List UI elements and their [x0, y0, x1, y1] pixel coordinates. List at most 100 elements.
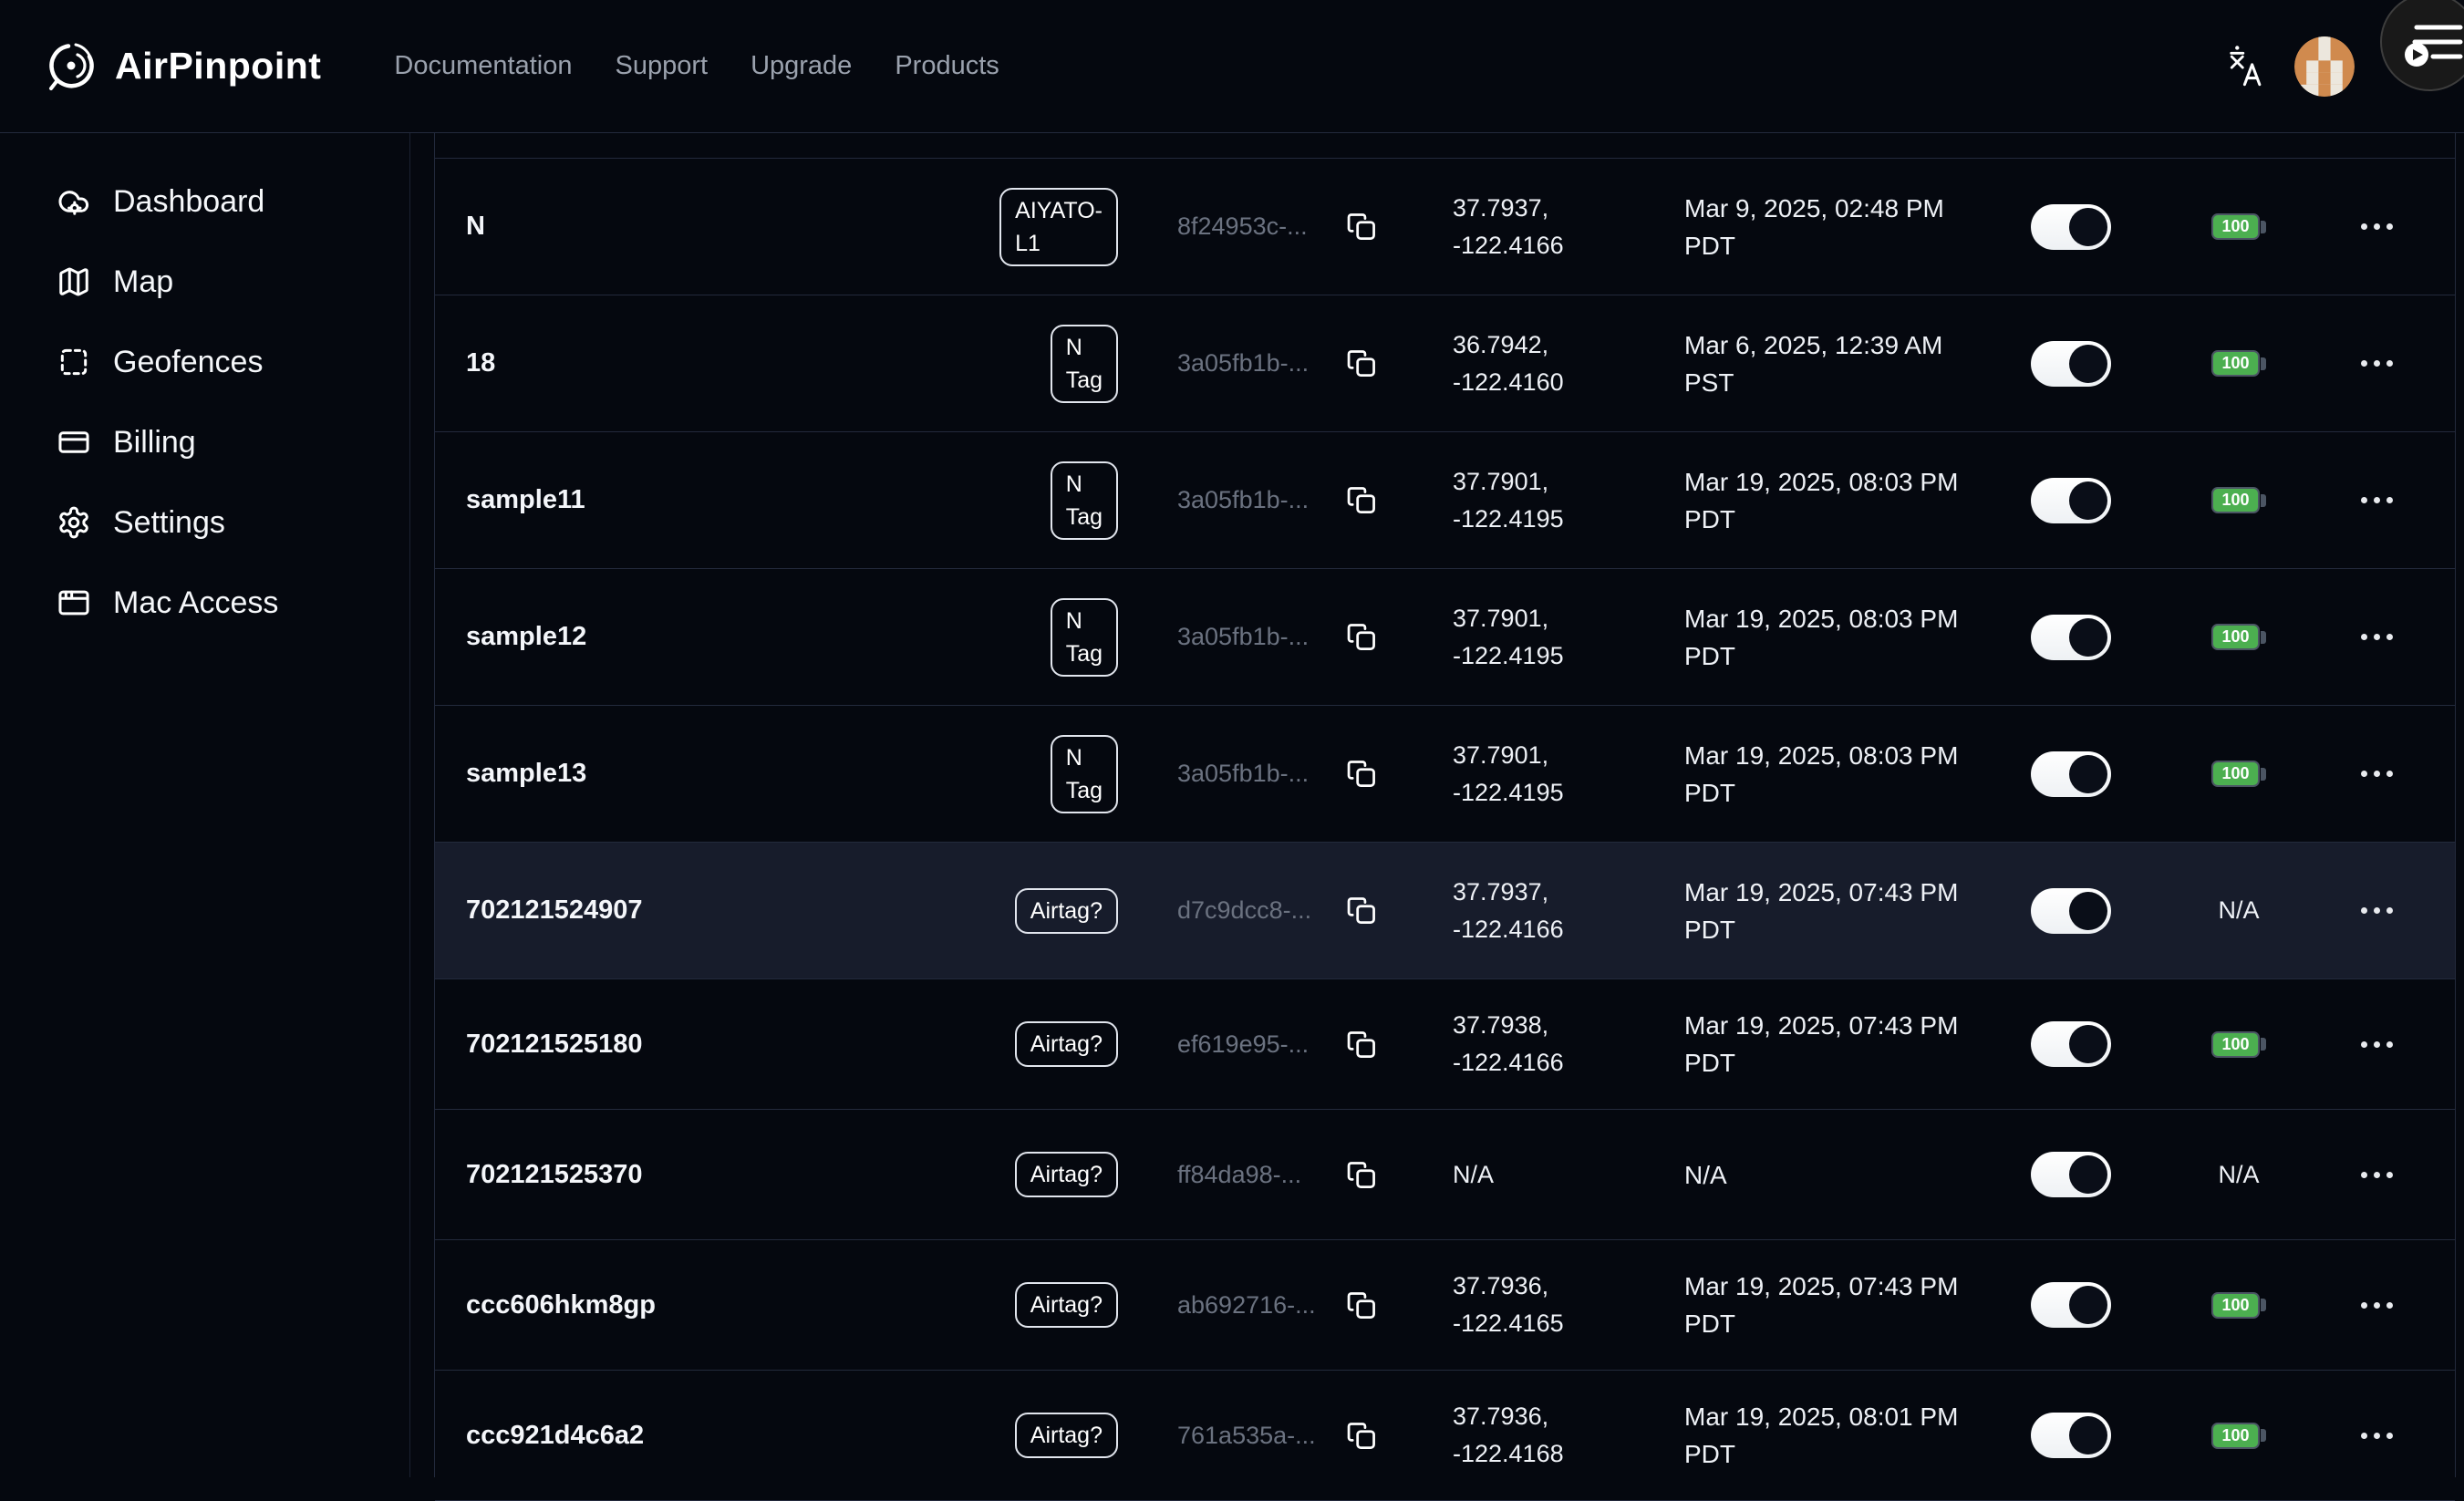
row-menu-button[interactable] [2352, 898, 2402, 923]
row-menu-button[interactable] [2352, 761, 2402, 786]
avatar-identicon [2294, 36, 2355, 97]
menu-dot [2374, 1172, 2380, 1178]
device-tag-badge: N Tag [1051, 598, 1118, 677]
toggle-knob [2069, 208, 2107, 246]
device-coordinates: 37.7901, -122.4195 [1396, 600, 1651, 675]
sidebar-item-dashboard[interactable]: Dashboard [0, 161, 409, 242]
device-last-seen: Mar 19, 2025, 08:03 PM PDT [1651, 737, 1989, 812]
nav-link-products[interactable]: Products [895, 51, 999, 81]
overlay-menu-button[interactable] [2380, 0, 2464, 91]
row-menu-button[interactable] [2352, 1032, 2402, 1057]
battery-nub [2261, 631, 2266, 644]
device-id: 3a05fb1b-... [1132, 760, 1328, 788]
device-enabled-toggle[interactable] [2031, 341, 2111, 387]
table-row[interactable]: sample11 N Tag 3a05fb1b-... 37.7901, -12… [435, 432, 2455, 569]
device-name: sample12 [435, 622, 968, 652]
table-row[interactable]: 18 N Tag 3a05fb1b-... 36.7942, -122.4160… [435, 295, 2455, 432]
battery-badge: 100 [2211, 1423, 2265, 1449]
table-row[interactable]: 702121525180 Airtag? ef619e95-... 37.793… [435, 979, 2455, 1110]
nav-link-upgrade[interactable]: Upgrade [751, 51, 852, 81]
row-menu-button[interactable] [2352, 1423, 2402, 1448]
device-tag-badge: Airtag? [1015, 888, 1118, 934]
sidebar-item-billing[interactable]: Billing [0, 402, 409, 482]
menu-dot [2361, 223, 2367, 230]
copy-id-button[interactable] [1347, 348, 1377, 378]
battery-badge: 100 [2211, 350, 2265, 377]
copy-icon [1347, 485, 1377, 515]
menu-dot [2374, 1433, 2380, 1439]
nav-link-support[interactable]: Support [615, 51, 708, 81]
row-menu-button[interactable] [2352, 214, 2402, 239]
device-enabled-toggle[interactable] [2031, 1413, 2111, 1458]
copy-icon [1347, 1290, 1377, 1320]
device-enabled-toggle[interactable] [2031, 1152, 2111, 1197]
row-menu-button[interactable] [2352, 351, 2402, 376]
copy-id-button[interactable] [1347, 759, 1377, 789]
device-tag-badge: Airtag? [1015, 1282, 1118, 1328]
map-icon [57, 264, 91, 299]
device-tag-badge: N Tag [1051, 325, 1118, 403]
copy-id-button[interactable] [1347, 1421, 1377, 1451]
device-enabled-toggle[interactable] [2031, 1021, 2111, 1067]
device-name: 18 [435, 348, 968, 378]
copy-id-button[interactable] [1347, 212, 1377, 242]
table-row[interactable]: 702121524907 Airtag? d7c9dcc8-... 37.793… [435, 843, 2455, 979]
brand-name: AirPinpoint [115, 45, 321, 88]
translate-icon[interactable] [2223, 45, 2267, 88]
device-table: N AIYATO- L1 8f24953c-... 37.7937, -122.… [434, 133, 2456, 1477]
copy-id-button[interactable] [1347, 485, 1377, 515]
table-row[interactable]: ccc921d4c6a2 Airtag? 761a535a-... 37.793… [435, 1371, 2455, 1501]
row-menu-button[interactable] [2352, 1163, 2402, 1187]
device-coordinates: 37.7901, -122.4195 [1396, 463, 1651, 538]
table-row[interactable]: ccc606hkm8gp Airtag? ab692716-... 37.793… [435, 1240, 2455, 1371]
device-last-seen: Mar 19, 2025, 07:43 PM PDT [1651, 1007, 1989, 1082]
table-row[interactable]: 702121525370 Airtag? ff84da98-... N/A N/… [435, 1110, 2455, 1240]
device-enabled-toggle[interactable] [2031, 478, 2111, 523]
row-menu-button[interactable] [2352, 1293, 2402, 1318]
device-enabled-toggle[interactable] [2031, 1282, 2111, 1328]
brand-logo[interactable]: AirPinpoint [0, 40, 321, 93]
copy-id-button[interactable] [1347, 895, 1377, 926]
device-last-seen: Mar 19, 2025, 07:43 PM PDT [1651, 1268, 1989, 1342]
copy-id-button[interactable] [1347, 1290, 1377, 1320]
sidebar-item-geofences[interactable]: Geofences [0, 322, 409, 402]
device-last-seen: Mar 19, 2025, 08:03 PM PDT [1651, 600, 1989, 675]
device-id: d7c9dcc8-... [1132, 896, 1328, 925]
copy-id-button[interactable] [1347, 622, 1377, 652]
sidebar-item-settings[interactable]: Settings [0, 482, 409, 563]
menu-dot [2386, 497, 2393, 503]
toggle-knob [2069, 1286, 2107, 1324]
device-name: sample13 [435, 759, 968, 789]
gear-icon [57, 505, 91, 540]
table-row[interactable]: N AIYATO- L1 8f24953c-... 37.7937, -122.… [435, 159, 2455, 295]
sidebar-item-label: Dashboard [113, 184, 264, 220]
row-menu-button[interactable] [2352, 488, 2402, 512]
sidebar-item-mac-access[interactable]: Mac Access [0, 563, 409, 643]
nav-link-documentation[interactable]: Documentation [394, 51, 572, 81]
menu-dot [2374, 223, 2380, 230]
device-coordinates: 37.7901, -122.4195 [1396, 737, 1651, 812]
battery-level: 100 [2211, 350, 2259, 377]
copy-id-button[interactable] [1347, 1030, 1377, 1060]
copy-icon [1347, 759, 1377, 789]
device-enabled-toggle[interactable] [2031, 204, 2111, 250]
user-avatar[interactable] [2294, 36, 2355, 97]
device-enabled-toggle[interactable] [2031, 888, 2111, 934]
row-menu-button[interactable] [2352, 625, 2402, 649]
toggle-knob [2069, 345, 2107, 383]
device-id: ab692716-... [1132, 1291, 1328, 1320]
table-row[interactable]: sample13 N Tag 3a05fb1b-... 37.7901, -12… [435, 706, 2455, 843]
copy-icon [1347, 895, 1377, 926]
device-tag-badge: Airtag? [1015, 1021, 1118, 1067]
battery-na: N/A [2218, 1161, 2259, 1188]
device-coordinates: 37.7938, -122.4166 [1396, 1007, 1651, 1082]
device-coordinates: 37.7937, -122.4166 [1396, 190, 1651, 264]
device-enabled-toggle[interactable] [2031, 615, 2111, 660]
sidebar-item-map[interactable]: Map [0, 242, 409, 322]
menu-dot [2386, 771, 2393, 777]
copy-id-button[interactable] [1347, 1160, 1377, 1190]
table-row[interactable]: sample12 N Tag 3a05fb1b-... 37.7901, -12… [435, 569, 2455, 706]
menu-dot [2374, 497, 2380, 503]
battery-level: 100 [2211, 213, 2259, 240]
device-enabled-toggle[interactable] [2031, 751, 2111, 797]
